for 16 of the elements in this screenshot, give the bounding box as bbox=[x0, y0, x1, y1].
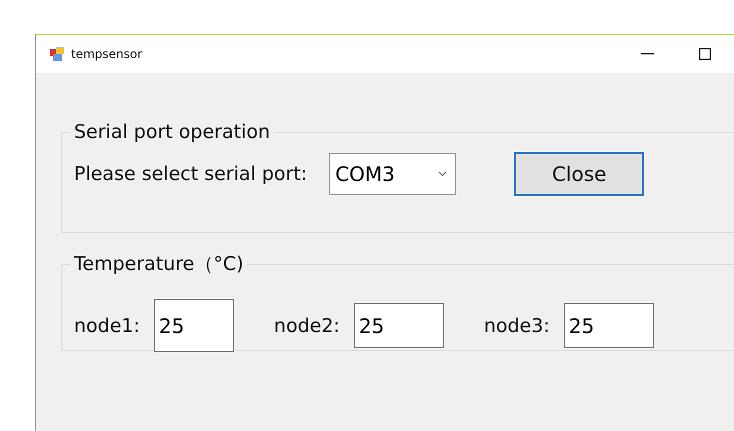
chevron-icon bbox=[438, 171, 448, 177]
group-title: Serial port operation bbox=[73, 121, 272, 143]
field-label: Please select serial port: bbox=[74, 163, 308, 185]
node-label: node2: bbox=[274, 314, 340, 336]
group-title: Temperature（°C) bbox=[73, 252, 245, 277]
node-label: node1: bbox=[74, 314, 140, 336]
port-dropdown[interactable]: COM3 bbox=[329, 153, 456, 195]
input-field[interactable]: 25 bbox=[154, 299, 234, 352]
window-title: tempsensor bbox=[71, 47, 142, 61]
close-button[interactable]: Close bbox=[514, 152, 644, 196]
maximize-icon[interactable] bbox=[699, 48, 711, 60]
input-field[interactable]: 25 bbox=[354, 303, 444, 348]
node-label: node3: bbox=[484, 314, 550, 336]
input-field[interactable]: 25 bbox=[564, 303, 654, 348]
app-icon bbox=[49, 46, 65, 62]
minimize-icon[interactable] bbox=[641, 53, 654, 55]
